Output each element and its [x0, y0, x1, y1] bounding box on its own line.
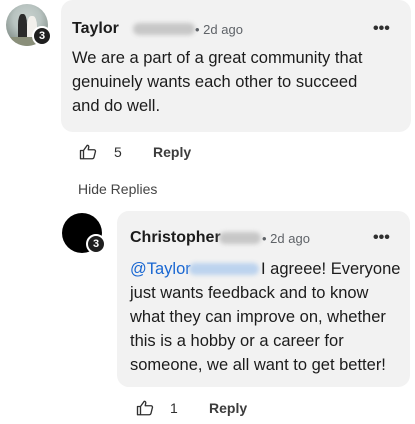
thumbs-up-icon[interactable]	[79, 143, 97, 161]
reply-timestamp: • 2d ago	[262, 231, 310, 246]
user-level-badge: 3	[86, 234, 106, 254]
user-level-badge: 3	[32, 26, 52, 46]
reply-button[interactable]: Reply	[153, 144, 191, 160]
comment-bubble: Taylor • 2d ago ••• We are a part of a g…	[61, 0, 411, 132]
comment-author[interactable]: Taylor	[72, 20, 119, 38]
comment-timestamp: • 2d ago	[195, 22, 243, 37]
reply-bubble: Christopher • 2d ago ••• @Taylor I agree…	[117, 211, 410, 387]
reply-text: I agreee! Everyone just wants feedback a…	[130, 260, 401, 374]
reply-button[interactable]: Reply	[209, 400, 247, 416]
more-options-icon[interactable]: •••	[373, 20, 390, 38]
comment-text: We are a part of a great community that …	[72, 49, 363, 115]
redacted-surname	[219, 232, 261, 244]
comment-timestamp-value: 2d ago	[203, 22, 243, 37]
like-count: 5	[114, 144, 122, 160]
more-options-icon[interactable]: •••	[373, 229, 390, 247]
hide-replies-button[interactable]: Hide Replies	[78, 181, 157, 197]
reply-timestamp-value: 2d ago	[270, 231, 310, 246]
redacted-surname	[133, 23, 195, 35]
like-count: 1	[170, 400, 178, 416]
reply-author[interactable]: Christopher	[130, 229, 221, 247]
thumbs-up-icon[interactable]	[136, 399, 154, 417]
